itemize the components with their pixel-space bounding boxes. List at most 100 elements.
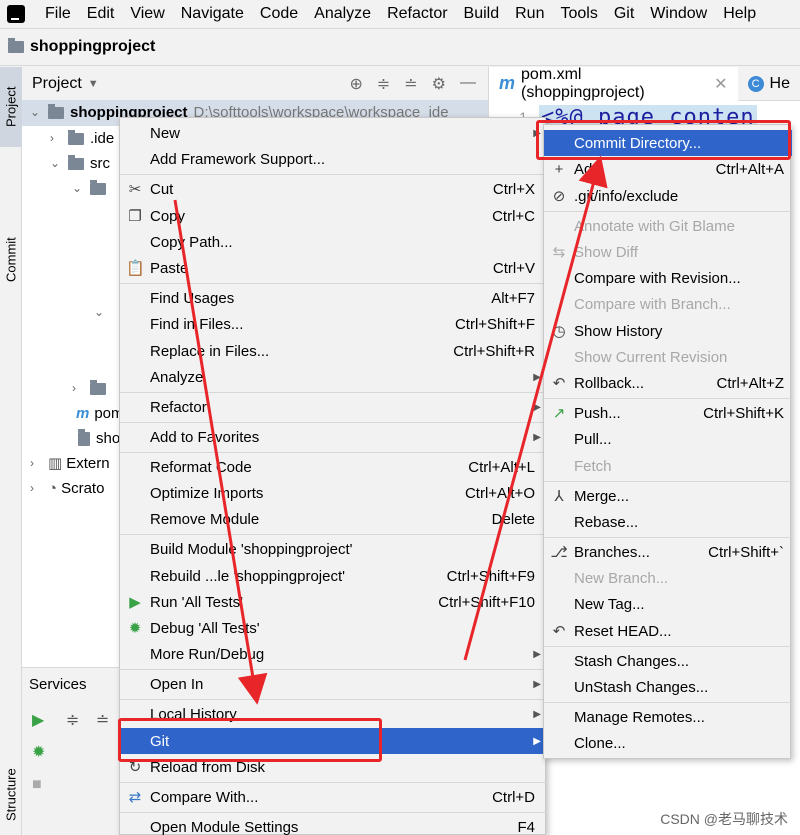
menu-item-open-module-settings[interactable]: Open Module Settings F4 (120, 814, 547, 835)
menu-item-label: Fetch (574, 457, 612, 475)
menu-item-analyze[interactable]: Analyze ▶ (120, 364, 547, 390)
chevron-right-icon[interactable]: › (30, 476, 48, 501)
expand-all-icon[interactable]: ≑ (377, 74, 390, 94)
project-tool-tab[interactable]: Project (0, 67, 22, 147)
collapse-all-icon[interactable]: ≐ (96, 710, 109, 730)
menu-item-reformat[interactable]: Reformat Code Ctrl+Alt+L (120, 454, 547, 480)
menu-item-rebuild[interactable]: Rebuild ...le 'shoppingproject' Ctrl+Shif… (120, 563, 547, 589)
menu-item-exclude[interactable]: ⊘ .git/info/exclude (544, 183, 792, 209)
menu-item-show-current-revision[interactable]: Show Current Revision (544, 344, 792, 370)
menu-item-replace-in-files[interactable]: Replace in Files... Ctrl+Shift+R (120, 338, 547, 364)
minimize-icon[interactable]: — (460, 74, 476, 94)
menu-item-add-favorites[interactable]: Add to Favorites ▶ (120, 424, 547, 450)
project-panel-title[interactable]: Project (32, 75, 82, 93)
menu-item-clone[interactable]: Clone... (544, 730, 792, 756)
chevron-down-icon[interactable]: ⌄ (30, 100, 48, 125)
file-icon (78, 428, 90, 446)
menu-analyze[interactable]: Analyze (306, 0, 379, 28)
tab-java-class[interactable]: C He (738, 67, 800, 101)
menu-item-manage-remotes[interactable]: Manage Remotes... (544, 704, 792, 730)
menu-item-show-history[interactable]: ◷ Show History (544, 318, 792, 344)
menu-build[interactable]: Build (456, 0, 508, 28)
gear-icon[interactable]: ⚙ (432, 74, 446, 94)
menu-view[interactable]: View (122, 0, 172, 28)
menu-item-copy-path[interactable]: Copy Path... (120, 229, 547, 255)
stop-icon[interactable]: ■ (32, 776, 42, 794)
menu-item-label: Open In (150, 675, 204, 693)
menu-item-unstash[interactable]: UnStash Changes... (544, 674, 792, 700)
locate-icon[interactable]: ⊕ (349, 74, 362, 94)
chevron-down-icon[interactable]: ⌄ (94, 300, 112, 325)
menu-item-copy[interactable]: ❐ Copy Ctrl+C (120, 203, 547, 229)
menu-git[interactable]: Git (606, 0, 642, 28)
tree-row-iml[interactable]: sho (78, 426, 120, 451)
menu-item-build-module[interactable]: Build Module 'shoppingproject' (120, 536, 547, 562)
menu-window[interactable]: Window (642, 0, 715, 28)
ignore-file-icon: ⊘ (552, 188, 566, 205)
menu-item-refactor[interactable]: Refactor ▶ (120, 394, 547, 420)
tree-row-idea[interactable]: › .ide (50, 126, 114, 151)
menu-item-show-diff[interactable]: ⇆ Show Diff (544, 239, 792, 265)
expand-all-icon[interactable]: ≑ (66, 710, 79, 730)
tree-row-main[interactable]: ⌄ (72, 176, 112, 201)
tree-row-pom[interactable]: m pom (76, 401, 124, 426)
menu-item-stash[interactable]: Stash Changes... (544, 648, 792, 674)
menu-edit[interactable]: Edit (79, 0, 123, 28)
menu-item-branches[interactable]: ⎇ Branches... Ctrl+Shift+` (544, 539, 792, 565)
menu-item-paste[interactable]: 📋 Paste Ctrl+V (120, 255, 547, 281)
menu-item-pull[interactable]: Pull... (544, 426, 792, 452)
menu-item-annotate[interactable]: Annotate with Git Blame (544, 213, 792, 239)
chevron-down-icon[interactable]: ⌄ (72, 176, 90, 201)
menu-item-compare-branch[interactable]: Compare with Branch... (544, 291, 792, 317)
run-icon[interactable]: ▶ (32, 710, 44, 730)
chevron-down-icon[interactable]: ▼ (88, 78, 99, 90)
menu-code[interactable]: Code (252, 0, 306, 28)
menu-item-run-tests[interactable]: ▶ Run 'All Tests' Ctrl+Shift+F10 (120, 589, 547, 615)
tab-pom-xml[interactable]: m pom.xml (shoppingproject) ✕ (489, 66, 738, 101)
tree-row-scratches[interactable]: › ◔ Scrato (30, 476, 104, 501)
menu-item-new-tag[interactable]: New Tag... (544, 591, 792, 617)
menu-help[interactable]: Help (715, 0, 764, 28)
menu-refactor[interactable]: Refactor (379, 0, 455, 28)
menu-item-new[interactable]: New ▶ (120, 120, 547, 146)
structure-tool-tab[interactable]: Structure (0, 755, 22, 835)
commit-tool-tab[interactable]: Commit (0, 215, 22, 305)
menu-tools[interactable]: Tools (552, 0, 605, 28)
menu-item-compare-with[interactable]: ⇄ Compare With... Ctrl+D (120, 784, 547, 810)
menu-navigate[interactable]: Navigate (173, 0, 252, 28)
close-icon[interactable]: ✕ (714, 74, 727, 94)
menu-item-debug-tests[interactable]: ✹ Debug 'All Tests' (120, 615, 547, 641)
chevron-right-icon[interactable]: › (50, 126, 68, 151)
menu-item-fetch[interactable]: Fetch (544, 453, 792, 479)
menu-separator (120, 392, 547, 393)
menu-item-optimize-imports[interactable]: Optimize Imports Ctrl+Alt+O (120, 480, 547, 506)
tree-row-collapsed[interactable]: ⌄ (94, 300, 112, 325)
menu-item-reset-head[interactable]: ↶ Reset HEAD... (544, 618, 792, 644)
chevron-down-icon[interactable]: ⌄ (50, 151, 68, 176)
collapse-all-icon[interactable]: ≐ (404, 74, 417, 94)
menu-item-rebase[interactable]: Rebase... (544, 509, 792, 535)
tree-row-target[interactable]: › (72, 376, 112, 401)
menu-item-remove-module[interactable]: Remove Module Delete (120, 506, 547, 532)
menu-item-find-in-files[interactable]: Find in Files... Ctrl+Shift+F (120, 311, 547, 337)
menu-item-new-branch[interactable]: New Branch... (544, 565, 792, 591)
services-title[interactable]: Services (22, 668, 119, 693)
menu-item-open-in[interactable]: Open In ▶ (120, 671, 547, 697)
breadcrumb-project[interactable]: shoppingproject (30, 38, 155, 56)
folder-icon (68, 154, 84, 170)
menu-item-compare-revision[interactable]: Compare with Revision... (544, 265, 792, 291)
menu-item-rollback[interactable]: ↶ Rollback... Ctrl+Alt+Z (544, 370, 792, 396)
menu-run[interactable]: Run (507, 0, 552, 28)
menu-item-more-run[interactable]: More Run/Debug ▶ (120, 641, 547, 667)
debug-icon[interactable]: ✹ (32, 742, 45, 762)
menu-file[interactable]: File (37, 0, 79, 28)
tree-row-external-libraries[interactable]: › ▥ Extern (30, 451, 110, 476)
chevron-right-icon[interactable]: › (72, 376, 90, 401)
menu-item-cut[interactable]: ✂ Cut Ctrl+X (120, 176, 547, 202)
tree-row-src[interactable]: ⌄ src (50, 151, 110, 176)
menu-item-find-usages[interactable]: Find Usages Alt+F7 (120, 285, 547, 311)
menu-item-merge[interactable]: ⅄ Merge... (544, 483, 792, 509)
menu-item-push[interactable]: ↗ Push... Ctrl+Shift+K (544, 400, 792, 426)
chevron-right-icon[interactable]: › (30, 451, 48, 476)
menu-item-add-framework[interactable]: Add Framework Support... (120, 146, 547, 172)
